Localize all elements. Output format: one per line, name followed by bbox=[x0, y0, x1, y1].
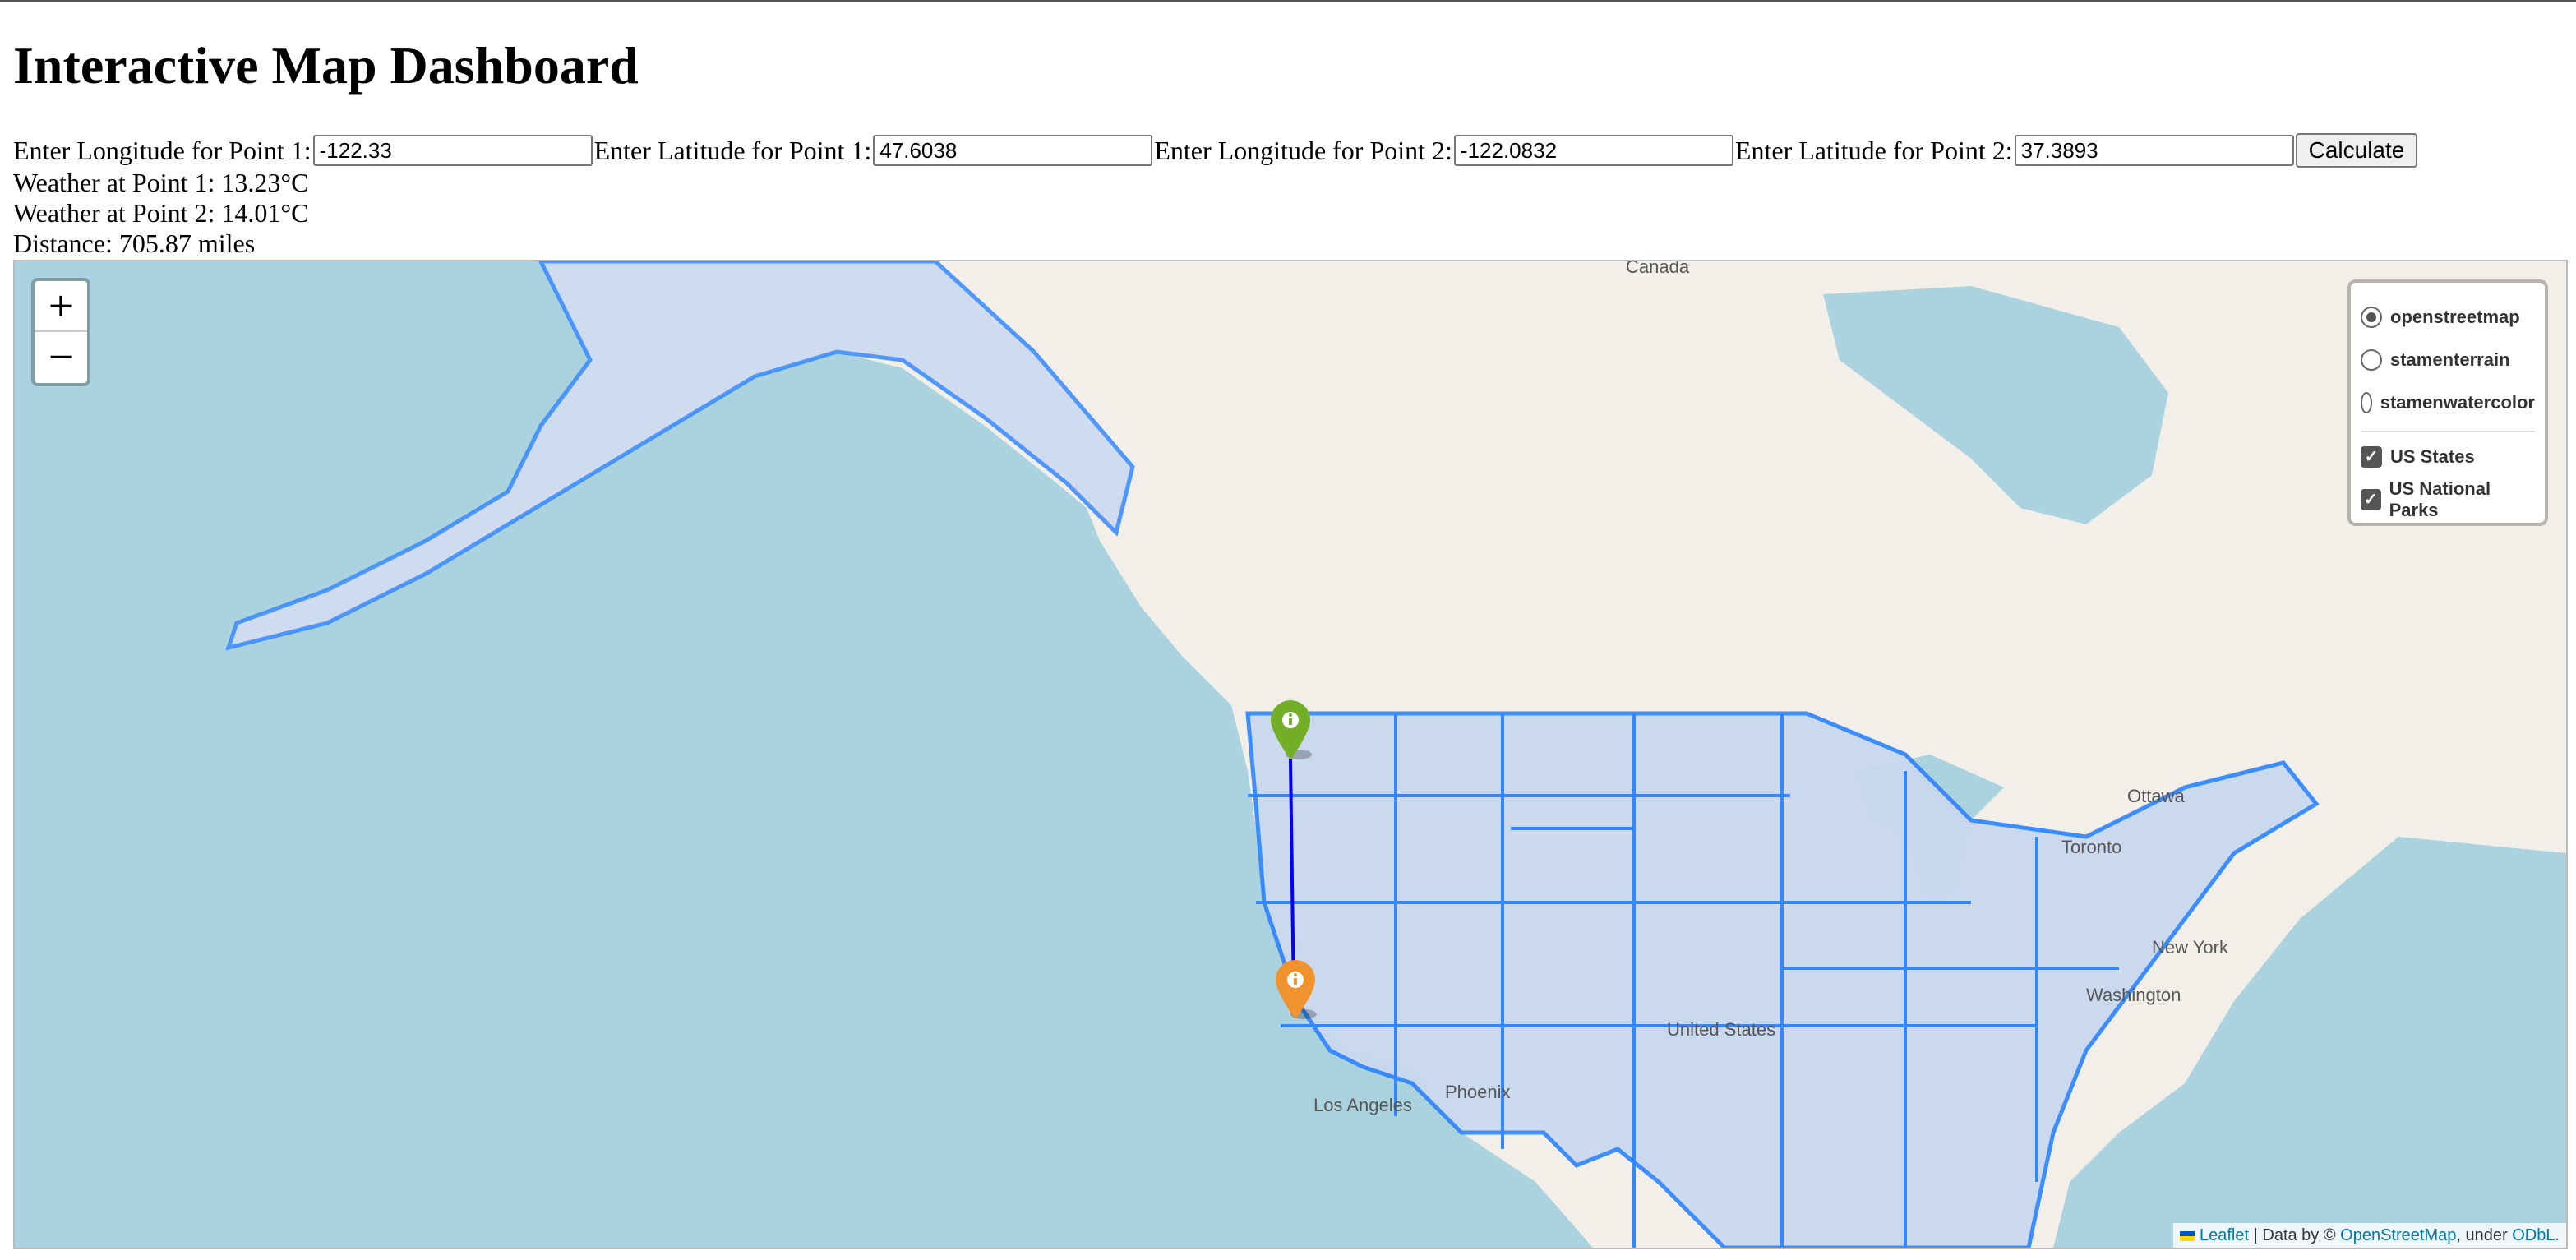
checkbox-checked-icon[interactable]: ✓ bbox=[2361, 489, 2381, 510]
label-ottawa: Ottawa bbox=[2127, 786, 2185, 806]
zoom-control: + − bbox=[31, 278, 90, 386]
label-new-york: New York bbox=[2152, 937, 2228, 958]
lat2-input[interactable] bbox=[2014, 135, 2294, 166]
page-title: Interactive Map Dashboard bbox=[13, 36, 639, 95]
results-panel: Weather at Point 1: 13.23°C Weather at P… bbox=[13, 168, 309, 259]
alaska-overlay bbox=[225, 261, 1135, 651]
zoom-in-button[interactable]: + bbox=[35, 281, 87, 332]
layer-separator bbox=[2361, 431, 2535, 432]
coordinate-form: Enter Longitude for Point 1: Enter Latit… bbox=[13, 132, 2418, 169]
calculate-button[interactable]: Calculate bbox=[2295, 133, 2418, 168]
map-attribution: Leaflet | Data by © OpenStreetMap, under… bbox=[2173, 1223, 2566, 1248]
radio-icon[interactable] bbox=[2361, 392, 2372, 413]
lon2-input[interactable] bbox=[1453, 135, 1733, 166]
top-border bbox=[0, 0, 2576, 2]
lon2-label: Enter Longitude for Point 2: bbox=[1154, 135, 1452, 165]
attribution-text: | Data by © bbox=[2249, 1226, 2341, 1244]
base-layer-label: stamenterrain bbox=[2390, 349, 2510, 370]
label-washington: Washington bbox=[2086, 985, 2181, 1005]
label-united-states: United States bbox=[1667, 1019, 1776, 1040]
overlay-us-national-parks[interactable]: ✓ US National Parks bbox=[2361, 478, 2535, 521]
marker-point-1[interactable] bbox=[1267, 697, 1313, 761]
overlay-us-states[interactable]: ✓ US States bbox=[2361, 436, 2535, 478]
weather-point-1: Weather at Point 1: 13.23°C bbox=[13, 168, 309, 197]
zoom-out-button[interactable]: − bbox=[35, 332, 87, 381]
lat2-label: Enter Latitude for Point 2: bbox=[1734, 135, 2013, 165]
base-layer-stamenterrain[interactable]: stamenterrain bbox=[2361, 339, 2535, 381]
marker-point-2[interactable] bbox=[1272, 957, 1318, 1021]
label-toronto: Toronto bbox=[2061, 837, 2122, 857]
distance-readout: Distance: 705.87 miles bbox=[13, 228, 256, 258]
ukraine-flag-icon bbox=[2180, 1230, 2195, 1241]
map-pin-icon bbox=[1276, 960, 1317, 1019]
weather-point-2: Weather at Point 2: 14.01°C bbox=[13, 198, 309, 228]
label-phoenix: Phoenix bbox=[1445, 1082, 1511, 1102]
lat1-label: Enter Latitude for Point 1: bbox=[593, 135, 872, 165]
layer-control: openstreetmap stamenterrain stamenwaterc… bbox=[2347, 279, 2548, 526]
label-canada: Canada bbox=[1626, 260, 1690, 277]
checkbox-checked-icon[interactable]: ✓ bbox=[2361, 446, 2382, 468]
base-layer-label: stamenwatercolor bbox=[2380, 392, 2535, 413]
base-layer-label: openstreetmap bbox=[2390, 307, 2520, 327]
map-canvas[interactable]: Canada Ottawa Toronto New York Washingto… bbox=[13, 260, 2568, 1249]
base-layer-openstreetmap[interactable]: openstreetmap bbox=[2361, 296, 2535, 339]
radio-selected-icon[interactable] bbox=[2361, 307, 2382, 328]
map-pin-icon bbox=[1271, 700, 1312, 759]
radio-icon[interactable] bbox=[2361, 349, 2382, 371]
overlay-label: US States bbox=[2390, 446, 2475, 467]
leaflet-link[interactable]: Leaflet bbox=[2200, 1226, 2249, 1244]
odbl-link[interactable]: ODbL. bbox=[2512, 1226, 2560, 1244]
base-layer-stamenwatercolor[interactable]: stamenwatercolor bbox=[2361, 381, 2535, 424]
lon1-label: Enter Longitude for Point 1: bbox=[13, 135, 312, 165]
overlay-label: US National Parks bbox=[2389, 478, 2491, 520]
attribution-text: , under bbox=[2456, 1226, 2513, 1244]
openstreetmap-link[interactable]: OpenStreetMap bbox=[2340, 1226, 2456, 1244]
lon1-input[interactable] bbox=[312, 135, 593, 166]
label-los-angeles: Los Angeles bbox=[1313, 1095, 1412, 1115]
lat1-input[interactable] bbox=[873, 135, 1153, 166]
